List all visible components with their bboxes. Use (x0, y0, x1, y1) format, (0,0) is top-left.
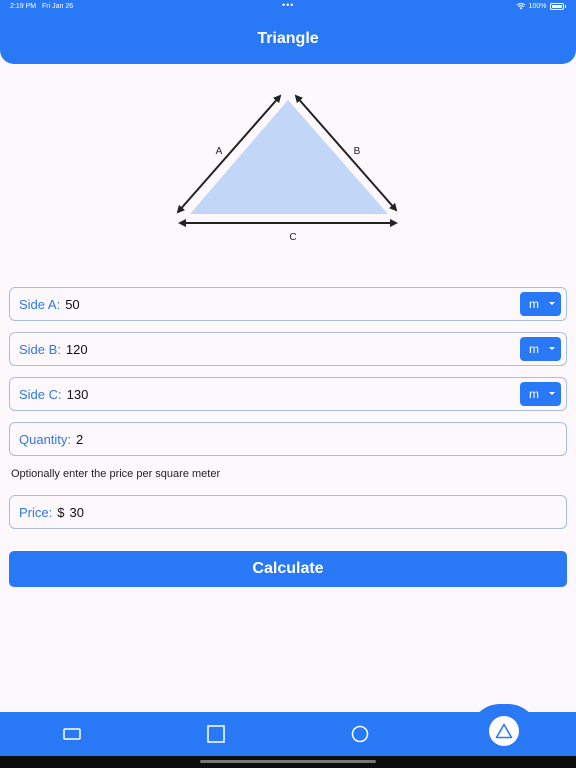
app-header: 2:19 PM Fri Jan 26 ••• 100% Triangle (0, 0, 576, 64)
nav-circle[interactable] (346, 720, 374, 748)
side-a-label-text: Side A: (19, 296, 61, 312)
status-date: Fri Jan 26 (42, 3, 74, 10)
side-c-input[interactable]: 130 (67, 387, 89, 402)
triangle-diagram: A B C (176, 94, 398, 243)
quantity-label-text: Quantity: (19, 431, 72, 447)
chevron-down-icon (549, 347, 555, 350)
side-a-field[interactable]: Side A: 50 m (9, 287, 567, 321)
nav-triangle[interactable] (489, 716, 519, 746)
price-hint: Optionally enter the price per square me… (11, 468, 221, 480)
rectangle-icon (63, 728, 81, 740)
multitasking-dots[interactable]: ••• (282, 0, 294, 10)
side-a-label: A (216, 146, 223, 157)
nav-square[interactable] (202, 720, 230, 748)
side-a-unit-value: m (529, 297, 539, 311)
quantity-field[interactable]: Quantity: 2 (9, 422, 567, 456)
price-label-text: Price: (19, 504, 53, 520)
chevron-down-icon (549, 302, 555, 305)
battery-icon (549, 2, 564, 10)
battery-tip (564, 4, 566, 8)
price-input[interactable]: 30 (69, 505, 83, 520)
side-b-label-text: Side B: (19, 341, 61, 357)
side-a-unit-select[interactable]: m (520, 292, 561, 316)
side-b-unit-select[interactable]: m (520, 337, 561, 361)
side-c-label: C (289, 232, 296, 243)
side-c-unit-value: m (529, 387, 539, 401)
wifi-icon (516, 3, 525, 10)
side-c-label-text: Side C: (19, 386, 62, 402)
calculate-button[interactable]: Calculate (9, 551, 567, 587)
side-b-input[interactable]: 120 (66, 342, 88, 357)
home-indicator[interactable] (200, 760, 376, 763)
chevron-down-icon (549, 392, 555, 395)
circle-icon (351, 725, 369, 743)
side-c-field[interactable]: Side C: 130 m (9, 377, 567, 411)
side-c-unit-select[interactable]: m (520, 382, 561, 406)
triangle-shape (190, 100, 388, 214)
price-field[interactable]: Price: $ 30 (9, 495, 567, 529)
nav-rectangle[interactable] (58, 720, 86, 748)
page-title: Triangle (257, 30, 319, 47)
currency-prefix: $ (57, 504, 65, 520)
square-icon (207, 725, 225, 743)
triangle-icon (495, 723, 513, 739)
quantity-input[interactable]: 2 (76, 432, 83, 447)
status-time: 2:19 PM (10, 3, 37, 10)
status-indicators: 100% (516, 2, 566, 10)
battery-percent: 100% (528, 2, 547, 10)
bottom-nav (0, 704, 576, 756)
side-b-unit-value: m (529, 342, 539, 356)
status-bar: 2:19 PM Fri Jan 26 ••• 100% (0, 0, 576, 14)
side-b-field[interactable]: Side B: 120 m (9, 332, 567, 366)
side-b-label: B (354, 146, 361, 157)
side-a-input[interactable]: 50 (65, 297, 79, 312)
